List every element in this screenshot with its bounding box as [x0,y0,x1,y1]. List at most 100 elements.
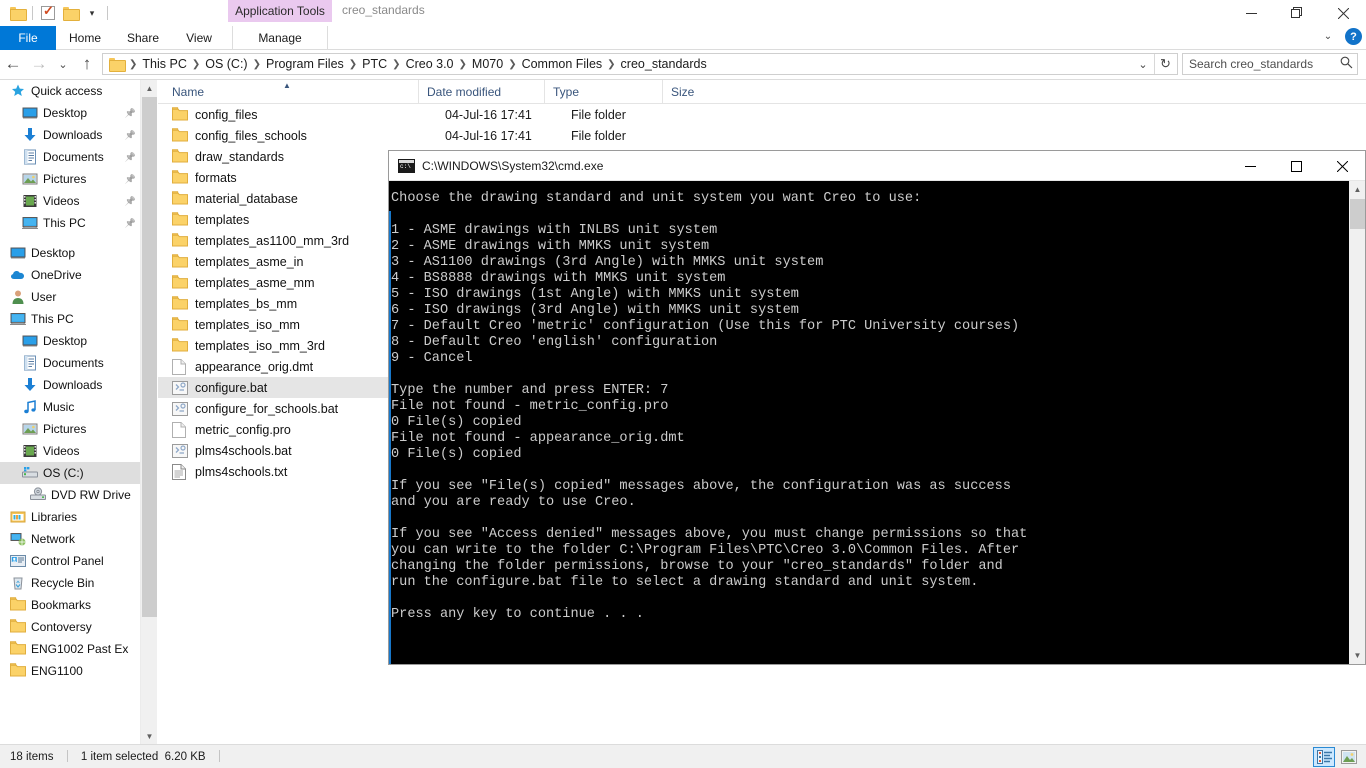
chevron-down-icon[interactable]: ▾ [81,2,103,24]
breadcrumb-item-common-files[interactable]: Common Files [518,54,607,74]
refresh-icon[interactable]: ↻ [1154,54,1176,74]
table-row[interactable]: config_files_schools 04-Jul-16 17:41 File … [158,125,1366,146]
sidebar-item-documents[interactable]: Documents [0,352,140,374]
ribbon-tab-bar: File Home Share View Manage ⌄ ? [0,26,1366,50]
help-icon[interactable]: ? [1345,28,1362,45]
tab-view[interactable]: View [176,26,222,50]
breadcrumb[interactable]: ❯ This PC ❯ OS (C:) ❯ Program Files ❯ PT… [102,53,1178,75]
sidebar-item-pictures[interactable]: Pictures [0,418,140,440]
pin-icon[interactable]: 📌 [125,152,136,163]
minimize-button[interactable] [1228,0,1274,26]
sidebar-item-eng1002-past-ex[interactable]: ENG1002 Past Ex [0,638,140,660]
contextual-tab-application-tools[interactable]: Application Tools [228,0,332,22]
sidebar-item-user[interactable]: User [0,286,140,308]
cmd-console[interactable]: Choose the drawing standard and unit sys… [389,181,1365,664]
tab-home[interactable]: Home [60,26,110,50]
sidebar-item-onedrive[interactable]: OneDrive [0,264,140,286]
tab-file[interactable]: File [0,26,56,50]
properties-icon[interactable] [37,2,59,24]
desktop-icon [10,245,26,261]
sidebar-item-videos[interactable]: Videos [0,440,140,462]
cmd-minimize-button[interactable] [1227,151,1273,181]
window-controls [1228,0,1366,26]
sidebar-item-pictures[interactable]: Pictures 📌 [0,168,140,190]
column-header-size[interactable]: Size [662,80,742,104]
sidebar-item-quick-access[interactable]: Quick access [0,80,140,102]
selection-count: 1 item selected [80,751,159,763]
sidebar-item-downloads[interactable]: Downloads 📌 [0,124,140,146]
sidebar-item-network[interactable]: Network [0,528,140,550]
document-icon [172,358,188,375]
pin-icon[interactable]: 📌 [125,130,136,141]
pin-icon[interactable]: 📌 [125,196,136,207]
cmd-scrollbar-thumb[interactable] [1350,199,1365,229]
breadcrumb-item-creo-30[interactable]: Creo 3.0 [402,54,458,74]
scrollbar-thumb[interactable] [142,97,157,617]
breadcrumb-item-this-pc[interactable]: This PC [138,54,190,74]
sidebar-item-recycle-bin[interactable]: Recycle Bin [0,572,140,594]
cmd-scrollbar[interactable]: ▲ ▼ [1348,181,1365,664]
sidebar-item-dvd-rw-drive[interactable]: DVD RW Drive [0,484,140,506]
cmd-window-title: C:\WINDOWS\System32\cmd.exe [422,158,604,173]
sidebar-item-downloads[interactable]: Downloads [0,374,140,396]
sidebar-item-bookmarks[interactable]: Bookmarks [0,594,140,616]
close-button[interactable] [1320,0,1366,26]
large-icons-view-icon[interactable] [1338,747,1360,767]
sidebar-item-os-c[interactable]: OS (C:) [0,462,140,484]
table-row[interactable]: config_files 04-Jul-16 17:41 File folder [158,104,1366,125]
pin-icon[interactable]: 📌 [125,174,136,185]
sidebar-item-desktop[interactable]: Desktop 📌 [0,102,140,124]
breadcrumb-item-m070[interactable]: M070 [468,54,507,74]
sidebar-item-this-pc[interactable]: This PC [0,308,140,330]
sidebar-item-libraries[interactable]: Libraries [0,506,140,528]
breadcrumb-item-ptc[interactable]: PTC [358,54,391,74]
breadcrumb-item-creo-standards[interactable]: creo_standards [617,54,711,74]
back-button[interactable]: ← [0,51,26,77]
breadcrumb-item-os-c[interactable]: OS (C:) [201,54,251,74]
column-header-type[interactable]: Type [544,80,662,104]
sidebar-item-desktop[interactable]: Desktop [0,330,140,352]
tab-manage[interactable]: Manage [232,26,328,50]
pin-icon[interactable]: 📌 [125,108,136,119]
navigation-pane-scrollbar[interactable]: ▲ ▼ [140,80,157,745]
sidebar-item-videos[interactable]: Videos 📌 [0,190,140,212]
tab-share[interactable]: Share [116,26,170,50]
sidebar-item-desktop[interactable]: Desktop [0,242,140,264]
up-button[interactable]: ↑ [74,51,100,77]
sidebar-item-documents[interactable]: Documents 📌 [0,146,140,168]
cmd-title-bar[interactable]: C:\WINDOWS\System32\cmd.exe [389,151,1365,181]
column-header-name[interactable]: Name ▲ [158,80,418,104]
sidebar-item-control-panel[interactable]: Control Panel [0,550,140,572]
cmd-icon [398,158,415,173]
search-icon[interactable] [1340,56,1353,72]
sidebar-item-music[interactable]: Music [0,396,140,418]
restore-button[interactable] [1274,0,1320,26]
folder-icon[interactable] [6,2,28,24]
breadcrumb-separator: ❯ [607,58,616,70]
cmd-scroll-down-icon[interactable]: ▼ [1349,647,1366,664]
sidebar-item-eng1100[interactable]: ENG1100 [0,660,140,682]
recent-locations-button[interactable]: ⌄ [52,51,74,77]
forward-button[interactable]: → [26,51,52,77]
sidebar-item-contoversy[interactable]: Contoversy [0,616,140,638]
scroll-up-icon[interactable]: ▲ [141,80,158,97]
details-view-icon[interactable] [1313,747,1335,767]
pin-icon[interactable]: 📌 [125,218,136,229]
folder-icon [172,148,188,165]
search-input[interactable]: Search creo_standards [1182,53,1358,75]
chevron-down-icon[interactable]: ⌄ [1132,54,1154,74]
sidebar-item-label: Desktop [43,334,88,348]
cmd-close-button[interactable] [1319,151,1365,181]
address-bar: ← → ⌄ ↑ ❯ This PC ❯ OS (C:) ❯ Program Fi… [0,50,1366,78]
new-folder-icon[interactable] [59,2,81,24]
sidebar-item-this-pc[interactable]: This PC 📌 [0,212,140,234]
chevron-down-icon[interactable]: ⌄ [1317,31,1339,42]
breadcrumb-item-program-files[interactable]: Program Files [262,54,348,74]
documents-icon [22,149,38,165]
dvd-icon [30,487,46,503]
cmd-maximize-button[interactable] [1273,151,1319,181]
column-header-date-modified[interactable]: Date modified [418,80,544,104]
scroll-down-icon[interactable]: ▼ [141,728,158,745]
folder-icon [172,337,188,354]
cmd-scroll-up-icon[interactable]: ▲ [1349,181,1366,198]
